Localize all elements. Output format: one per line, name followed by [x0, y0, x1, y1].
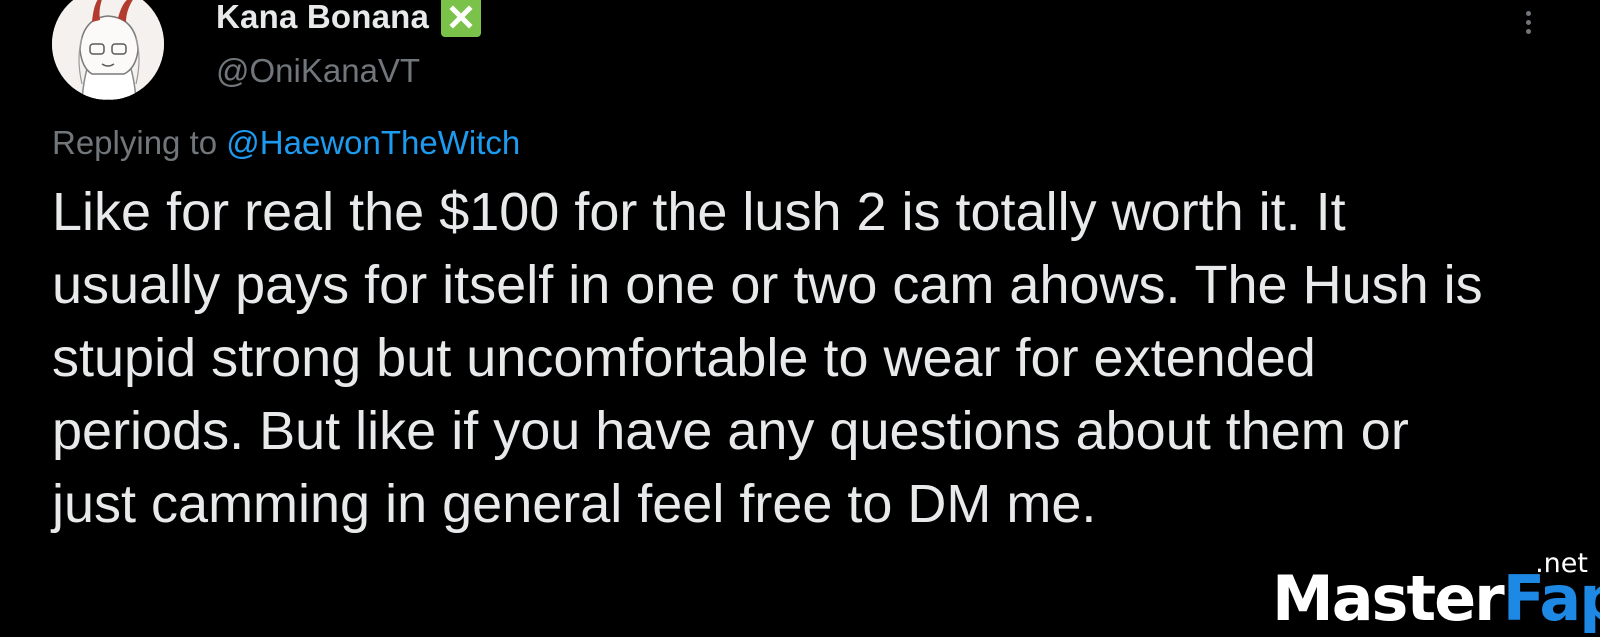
tweet: Kana Bonana @OniKanaVT Replying to @Haew…: [0, 0, 1600, 637]
reply-mention-link[interactable]: @HaewonTheWitch: [226, 124, 520, 161]
author-name-row: Kana Bonana: [216, 0, 482, 38]
more-dot: [1525, 10, 1531, 16]
avatar[interactable]: [52, 0, 164, 100]
more-dot: [1525, 19, 1531, 25]
watermark-part1: Master: [1272, 562, 1505, 635]
more-options-icon[interactable]: [1512, 4, 1544, 40]
author-handle[interactable]: @OniKanaVT: [216, 52, 420, 90]
watermark-wordmark: MasterFap: [1272, 568, 1600, 630]
replying-to-label: Replying to: [52, 124, 218, 161]
tweet-text: Like for real the $100 for the lush 2 is…: [52, 182, 1483, 534]
avatar-illustration: [52, 0, 164, 100]
more-dot: [1525, 28, 1531, 34]
author-display-name[interactable]: Kana Bonana: [216, 0, 429, 36]
replying-to: Replying to @HaewonTheWitch: [52, 124, 520, 162]
watermark-logo: .net MasterFap: [1272, 548, 1600, 632]
cross-mark-icon: [441, 0, 482, 37]
watermark-part2: Fap: [1502, 562, 1600, 635]
